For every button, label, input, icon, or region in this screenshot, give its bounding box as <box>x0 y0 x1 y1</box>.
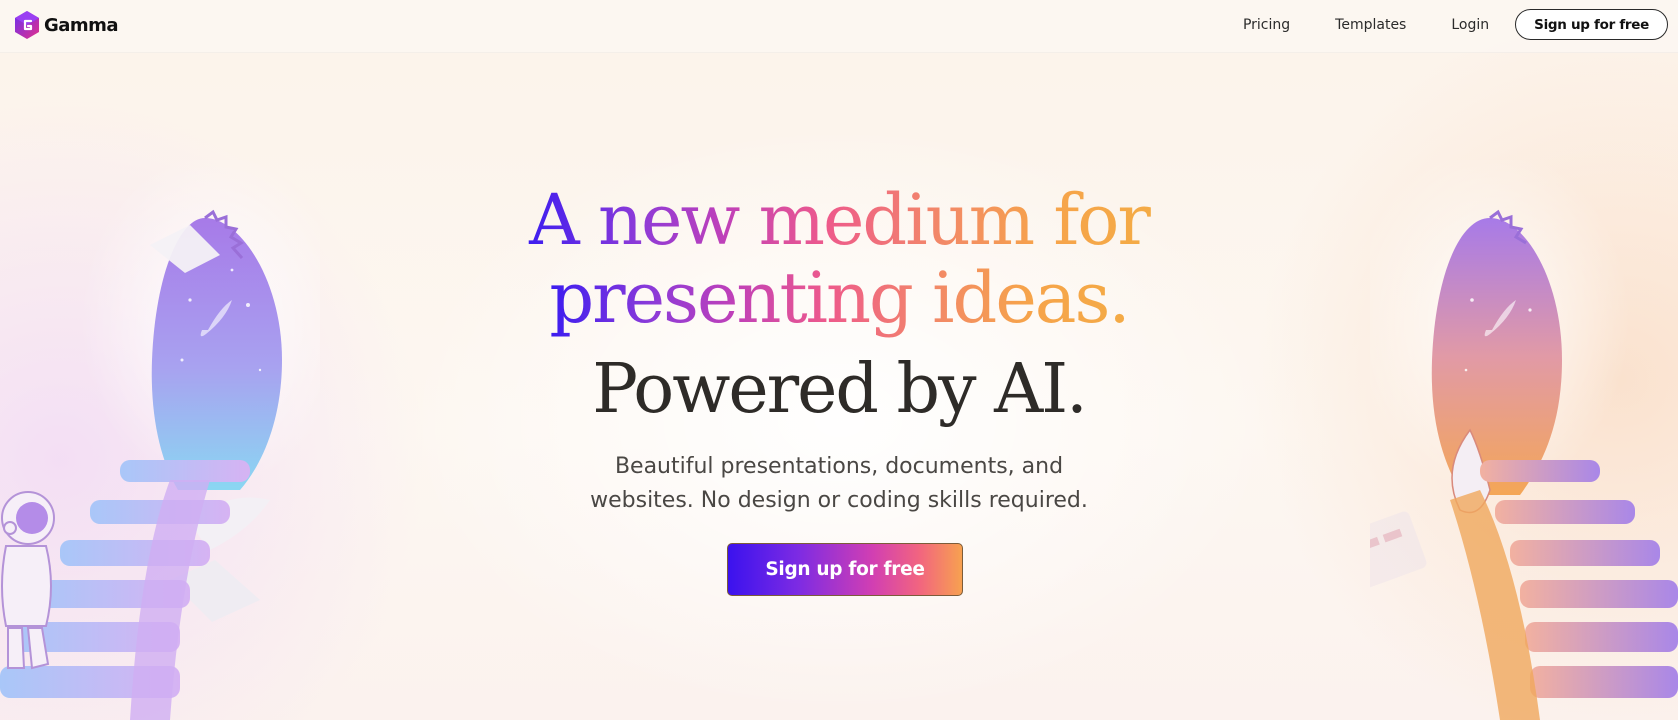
nav-menu: Pricing Templates Login Sign up for free <box>1243 9 1668 40</box>
top-navbar: Gamma Pricing Templates Login Sign up fo… <box>0 0 1678 53</box>
brand-logo[interactable]: Gamma <box>14 10 119 40</box>
hero-headline-line-1: A new medium for <box>0 180 1678 260</box>
hero-headline-line-2: presenting ideas. <box>0 258 1678 338</box>
hero-signup-button[interactable]: Sign up for free <box>727 543 963 596</box>
hero-headline-gradient-2: presenting ideas. <box>549 257 1130 339</box>
hero-subtitle-line-2: websites. No design or coding skills req… <box>590 488 1088 513</box>
hero-subtitle-line-1: Beautiful presentations, documents, and <box>614 454 1064 479</box>
nav-link-templates[interactable]: Templates <box>1335 17 1406 33</box>
hero-headline-gradient-1: A new medium for <box>525 179 1153 261</box>
hero-subtitle: Beautiful presentations, documents, and … <box>539 450 1139 518</box>
nav-link-pricing[interactable]: Pricing <box>1243 17 1290 33</box>
brand-name: Gamma <box>44 14 119 36</box>
gamma-logo-icon <box>15 11 39 39</box>
landing-page: Gamma Pricing Templates Login Sign up fo… <box>0 0 1678 720</box>
astronaut-illustration <box>1 491 55 670</box>
nav-signup-button[interactable]: Sign up for free <box>1515 9 1668 40</box>
hero-headline-powered: Powered by AI. <box>592 350 1087 429</box>
nav-link-login[interactable]: Login <box>1451 17 1489 33</box>
